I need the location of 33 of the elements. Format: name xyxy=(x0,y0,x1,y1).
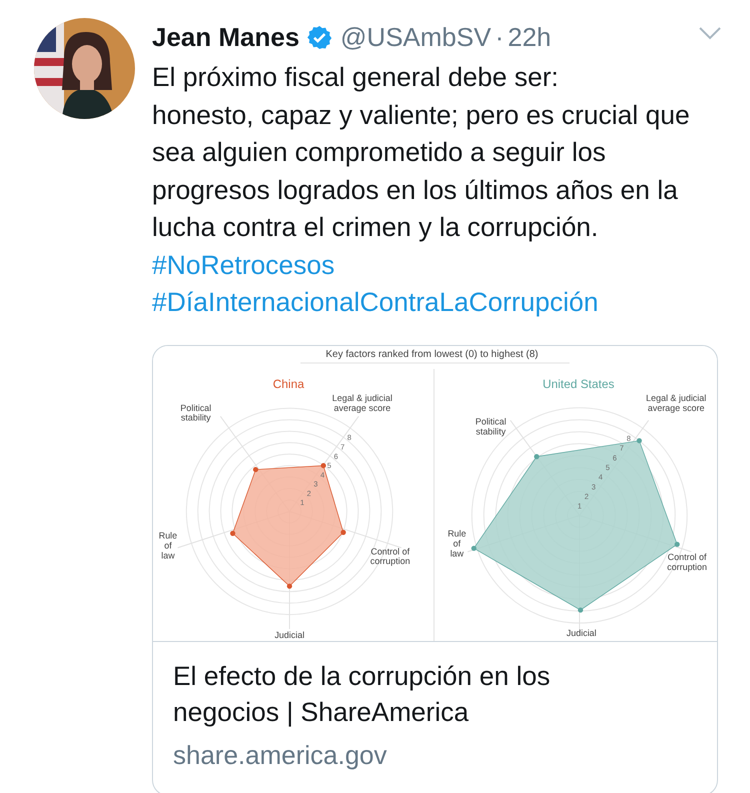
data-point xyxy=(253,466,258,472)
chart-title: United States xyxy=(542,376,614,390)
hashtag-link[interactable]: #DíaInternacionalContraLaCorrupción xyxy=(152,287,598,317)
timestamp[interactable]: 22h xyxy=(508,18,552,57)
axis-label: Political stability xyxy=(475,416,506,436)
data-point xyxy=(636,438,642,443)
data-point xyxy=(286,583,292,588)
author-name: Jean Manes xyxy=(152,21,300,54)
data-point xyxy=(471,545,476,550)
axis-label: Control of corruption xyxy=(667,552,708,572)
card-title: El efecto de la corrupción en los negocios | ShareAmerica xyxy=(172,660,552,729)
data-point xyxy=(578,607,584,612)
separator-dot: · xyxy=(495,21,504,54)
author-handle[interactable]: @USAmbSV xyxy=(340,18,492,57)
axis-label: Judicial xyxy=(566,628,596,638)
tweet-text: El próximo fiscal general debe ser: honesto, capaz y valiente; pero es crucial que sea alguien comprometido a seguir los progresos logrados en los últimos años en la lucha contra el crimen y la corrupción. #NoRetrocesos #DíaInternacionalContraLaCorrupción xyxy=(152,61,691,319)
card-domain: share.america.gov xyxy=(172,738,388,772)
axis-label: Control of corruption xyxy=(370,546,410,566)
axis-label: Rule of law xyxy=(158,530,178,560)
data-point xyxy=(674,541,680,546)
data-point xyxy=(320,462,326,468)
data-point xyxy=(230,530,236,536)
axis-label: Legal & judicial average score xyxy=(646,392,706,412)
link-card[interactable] xyxy=(152,344,718,793)
data-point xyxy=(534,454,540,459)
chart-subtitle: Key factors ranked from lowest (0) to highest (8) xyxy=(326,348,538,360)
axis-label: Political stability xyxy=(180,402,212,422)
axis-label: Legal & judicial average score xyxy=(332,392,392,412)
chart-title: China xyxy=(272,376,304,390)
axis-label: Judicial xyxy=(274,630,304,640)
data-point xyxy=(340,529,346,534)
hashtag-link[interactable]: #NoRetrocesos xyxy=(152,250,335,280)
axis-label: Rule of law xyxy=(448,528,466,558)
